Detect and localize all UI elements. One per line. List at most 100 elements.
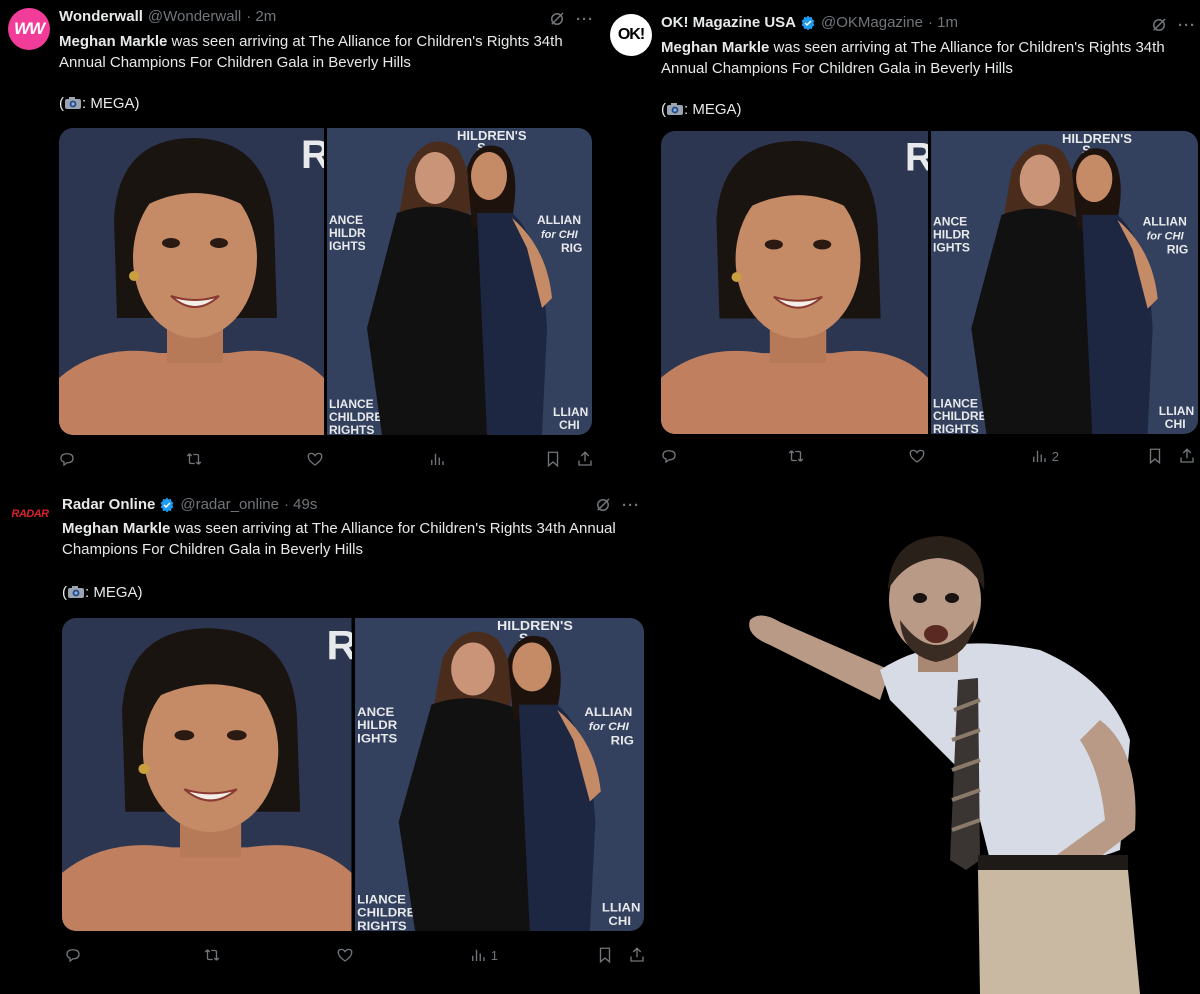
backdrop-text-bottom-right-2: CHI [559, 418, 580, 432]
like-icon [337, 948, 353, 962]
tweet-radaronline[interactable]: RADAR Radar Online @radar_online · 49s ·… [2, 488, 654, 994]
tweet-media[interactable]: R HILDREN'S S ANCE HILDR IG [59, 128, 592, 435]
backdrop-text-bottom-1: LIANCE [329, 397, 374, 411]
avatar-logo-text: WW [13, 19, 45, 38]
camera-icon [65, 97, 81, 109]
share-button[interactable] [628, 946, 646, 964]
backdrop-text-left-1: ANCE [357, 705, 394, 719]
avatar[interactable]: OK! [610, 14, 652, 56]
credit-text: : MEGA) [85, 584, 143, 601]
like-button[interactable] [336, 946, 469, 964]
more-icon[interactable]: ··· [1178, 17, 1196, 34]
backdrop-text-bottom-right-1: LLIAN [553, 405, 588, 419]
tweet-header: OK! Magazine USA @OKMagazine · 1m [661, 14, 958, 31]
backdrop-text-right-1: ALLIAN [584, 705, 632, 719]
backdrop-text-bottom-3: RIGHTS [933, 422, 979, 434]
tweet-media[interactable]: R HILDREN'S S ANCE HILDR IG [62, 618, 644, 931]
like-icon [307, 452, 323, 466]
tweet-time[interactable]: · 1m [928, 14, 958, 31]
views-button[interactable] [428, 450, 544, 468]
like-button[interactable] [908, 447, 1030, 465]
bookmark-button[interactable] [596, 946, 614, 964]
photo-credit: (: MEGA) [661, 101, 742, 118]
camera-icon [667, 103, 683, 115]
backdrop-text-bottom-right-2: CHI [608, 914, 631, 928]
views-icon [430, 453, 444, 465]
backdrop-text-left-1: ANCE [933, 215, 967, 229]
bookmark-button[interactable] [1146, 447, 1164, 465]
backdrop-letter: R [301, 133, 324, 177]
retweet-button[interactable] [203, 946, 336, 964]
tweet-media[interactable]: R HILDREN'S S ANCE HILDR IG [661, 131, 1198, 434]
backdrop-text-bottom-right-1: LLIAN [1159, 404, 1195, 418]
tweet-actions: 2 [660, 447, 1196, 465]
backdrop-text-right-3: RIG [561, 241, 582, 255]
backdrop-letter: R [905, 136, 928, 180]
tweet-wonderwall[interactable]: WW Wonderwall @Wonderwall · 2m ··· Megha… [0, 0, 600, 480]
reply-button[interactable] [64, 946, 203, 964]
views-count: 2 [1051, 448, 1060, 464]
author-name[interactable]: Wonderwall [59, 8, 143, 25]
group-photo[interactable]: HILDREN'S S ANCE HILDR IGHTS ALLIAN for … [327, 128, 592, 435]
reply-button[interactable] [660, 447, 787, 465]
share-icon [1180, 448, 1194, 463]
backdrop-text-top: HILDREN'S [1062, 131, 1132, 146]
share-button[interactable] [576, 450, 594, 468]
grok-icon[interactable] [1150, 16, 1168, 34]
backdrop-text-top: HILDREN'S [457, 128, 527, 143]
views-button[interactable]: 2 [1030, 447, 1146, 465]
more-icon[interactable]: ··· [622, 497, 640, 514]
grok-icon[interactable] [594, 496, 612, 514]
backdrop-text-bottom-3: RIGHTS [329, 423, 374, 435]
retweet-icon [186, 453, 202, 465]
grok-icon[interactable] [548, 10, 566, 28]
backdrop-text-right-3: RIG [610, 734, 633, 748]
verified-icon [161, 497, 174, 512]
group-photo[interactable]: HILDREN'S S ANCE HILDR IGHTS ALLIAN for … [931, 131, 1198, 434]
avatar-logo-text: RADAR [11, 508, 49, 520]
reply-icon [66, 949, 80, 963]
share-button[interactable] [1178, 447, 1196, 465]
backdrop-text-right-2: for CHI [1147, 231, 1185, 243]
like-button[interactable] [306, 450, 428, 468]
author-handle[interactable]: @OKMagazine [821, 14, 923, 31]
backdrop-letter: R [326, 622, 351, 667]
credit-text: : MEGA) [684, 101, 742, 118]
portrait-photo[interactable]: R [59, 128, 324, 435]
views-button[interactable]: 1 [469, 946, 596, 964]
backdrop-text-left-3: IGHTS [357, 732, 397, 746]
backdrop-text-left-2: HILDR [357, 719, 397, 733]
retweet-button[interactable] [185, 450, 307, 468]
tweet-time[interactable]: · 2m [246, 8, 276, 25]
author-name[interactable]: Radar Online [62, 496, 155, 513]
photo-credit: (: MEGA) [62, 584, 143, 601]
backdrop-text-left-1: ANCE [329, 213, 363, 227]
backdrop-text-bottom-right-2: CHI [1165, 417, 1186, 431]
tweet-text-bold: Meghan Markle [661, 39, 770, 56]
backdrop-text-left-3: IGHTS [329, 239, 366, 253]
author-name[interactable]: OK! Magazine USA [661, 14, 796, 31]
tweet-text-bold: Meghan Markle [59, 33, 168, 50]
group-photo[interactable]: HILDREN'S S ANCE HILDR IGHTS ALLIAN for … [354, 618, 644, 931]
reply-button[interactable] [58, 450, 185, 468]
more-icon[interactable]: ··· [576, 11, 594, 28]
tweet-time[interactable]: · 49s [284, 496, 317, 513]
portrait-photo[interactable]: R [62, 618, 352, 931]
tweet-okmagazine[interactable]: OK! OK! Magazine USA @OKMagazine · 1m ··… [602, 4, 1200, 480]
author-handle[interactable]: @radar_online [180, 496, 279, 513]
portrait-photo[interactable]: R [661, 131, 928, 434]
backdrop-text-bottom-1: LIANCE [357, 893, 406, 907]
retweet-button[interactable] [787, 447, 909, 465]
credit-text: : MEGA) [82, 95, 140, 112]
share-icon [630, 947, 644, 962]
tweet-text: Meghan Markle was seen arriving at The A… [661, 37, 1196, 79]
avatar[interactable]: WW [8, 8, 50, 50]
tweet-actions [58, 450, 594, 468]
avatar[interactable]: RADAR [8, 504, 52, 524]
bookmark-button[interactable] [544, 450, 562, 468]
tweet-text: Meghan Markle was seen arriving at The A… [59, 31, 594, 73]
reply-icon [662, 450, 676, 464]
tweet-actions: 1 [64, 946, 646, 964]
author-handle[interactable]: @Wonderwall [148, 8, 241, 25]
backdrop-text-top: HILDREN'S [497, 619, 573, 633]
